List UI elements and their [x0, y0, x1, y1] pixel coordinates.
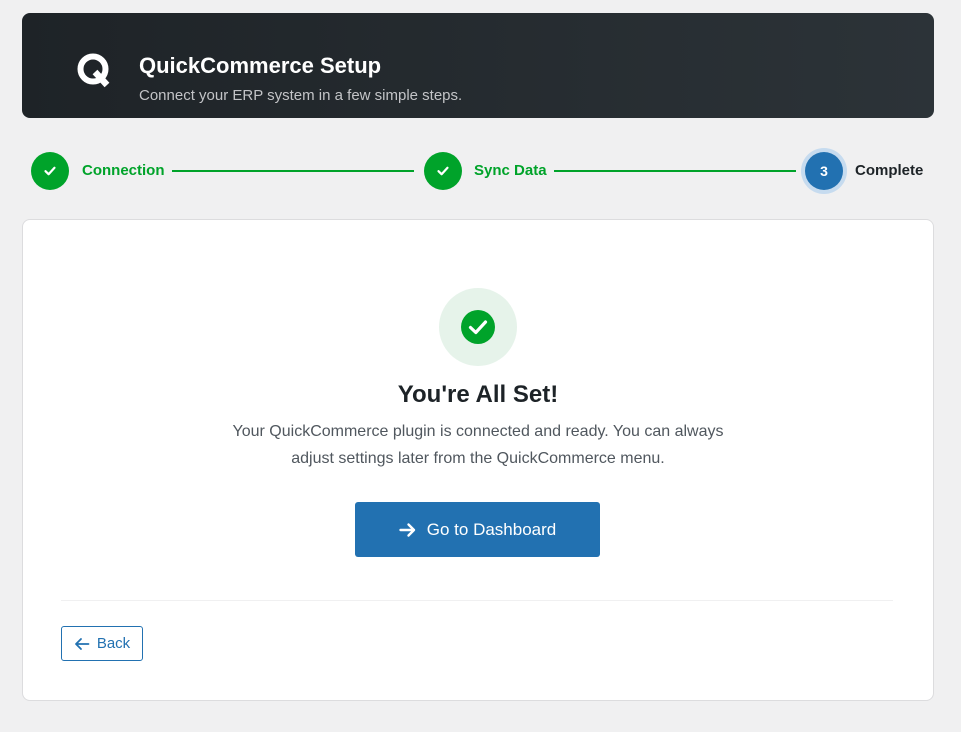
arrow-right-icon [399, 522, 415, 537]
check-circle-icon [461, 310, 495, 344]
step-sync-data-label: Sync Data [474, 162, 547, 179]
check-icon [437, 166, 449, 176]
step-connection-indicator [31, 152, 69, 190]
go-to-dashboard-button[interactable]: Go to Dashboard [355, 502, 600, 557]
step-connector-1 [172, 170, 414, 172]
step-number: 3 [820, 163, 828, 179]
check-icon [44, 166, 56, 176]
header-title: QuickCommerce Setup [139, 53, 382, 78]
step-connector-2 [554, 170, 796, 172]
step-connection-label: Connection [82, 162, 165, 179]
step-sync-data-indicator [424, 152, 462, 190]
completion-message: Your QuickCommerce plugin is connected a… [232, 423, 724, 467]
setup-stepper: Connection Sync Data 3 Complete [22, 148, 934, 194]
setup-header: QuickCommerce Setup Connect your ERP sys… [22, 13, 934, 118]
header-subtitle: Connect your ERP system in a few simple … [139, 87, 463, 104]
go-to-dashboard-label: Go to Dashboard [426, 519, 557, 539]
step-complete-indicator: 3 [805, 152, 843, 190]
quickcommerce-logo-icon [77, 53, 110, 88]
back-label: Back [96, 635, 131, 652]
completion-card: You're All Set! Your QuickCommerce plugi… [22, 219, 934, 701]
completion-headline: You're All Set! [397, 381, 559, 408]
step-complete-label: Complete [855, 162, 924, 179]
card-divider [61, 600, 893, 601]
arrow-left-icon [74, 637, 90, 650]
back-button[interactable]: Back [61, 626, 143, 661]
success-indicator [439, 288, 517, 366]
